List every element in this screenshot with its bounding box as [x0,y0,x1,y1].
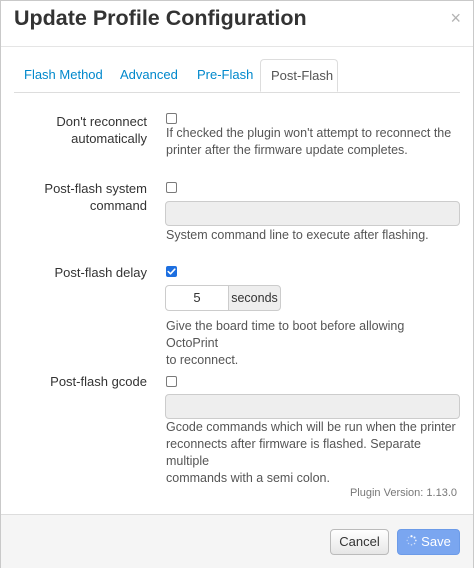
post-flash-delay-unit: seconds [228,285,281,311]
tab-post-flash[interactable]: Post-Flash [260,59,338,92]
post-flash-gcode-help-line3: commands with a semi colon. [166,471,330,485]
no-reconnect-checkbox[interactable] [166,113,177,124]
tab-advanced[interactable]: Advanced [120,59,178,91]
update-profile-dialog: Update Profile Configuration × Flash Met… [0,0,474,568]
save-button-label: Save [421,534,451,549]
post-flash-command-checkbox[interactable] [166,182,177,193]
checkmark-icon [167,268,176,275]
post-flash-delay-help-line2: to reconnect. [166,353,239,367]
cancel-button[interactable]: Cancel [330,529,389,555]
dialog-footer: Cancel Save [1,514,473,568]
post-flash-delay-input[interactable]: 5 [165,285,229,311]
post-flash-gcode-help: Gcode commands which will be run when th… [166,419,456,487]
post-flash-command-label-line2: command [89,198,147,213]
no-reconnect-help-line1: If checked the plugin won't attempt to r… [166,126,452,140]
tab-pre-flash[interactable]: Pre-Flash [197,59,253,91]
close-icon[interactable]: × [450,9,461,27]
no-reconnect-help-line2: printer after the firmware update comple… [166,143,408,157]
no-reconnect-label: Don't reconnect automatically [56,113,147,147]
post-flash-delay-help-line1: Give the board time to boot before allow… [166,319,405,350]
post-flash-delay-checkbox[interactable] [166,266,177,277]
post-flash-gcode-help-line1: Gcode commands which will be run when th… [166,420,456,434]
post-flash-command-label: Post-flash system command [44,180,147,214]
plugin-version: Plugin Version: 1.13.0 [349,487,457,499]
save-button[interactable]: Save [397,529,460,555]
post-flash-delay-label: Post-flash delay [54,265,148,280]
post-flash-gcode-help-line2: reconnects after firmware is flashed. Se… [166,437,421,468]
post-flash-command-input[interactable] [165,201,460,226]
post-flash-command-help: System command line to execute after fla… [166,228,429,242]
post-flash-command-label-line1: Post-flash system [44,181,147,196]
no-reconnect-label-line1: Don't reconnect [56,114,147,129]
post-flash-gcode-input[interactable] [165,394,460,419]
tab-flash-method[interactable]: Flash Method [24,59,103,91]
no-reconnect-help: If checked the plugin won't attempt to r… [166,125,456,159]
post-flash-delay-help: Give the board time to boot before allow… [166,318,456,369]
dialog-header: Update Profile Configuration × [1,1,473,47]
post-flash-gcode-checkbox[interactable] [166,376,177,387]
dialog-title: Update Profile Configuration [14,6,307,30]
post-flash-gcode-label: Post-flash gcode [50,374,147,389]
tab-bar: Flash Method Advanced Pre-Flash Post-Fla… [14,59,460,93]
no-reconnect-label-line2: automatically [71,131,147,146]
spinner-icon [406,530,417,554]
